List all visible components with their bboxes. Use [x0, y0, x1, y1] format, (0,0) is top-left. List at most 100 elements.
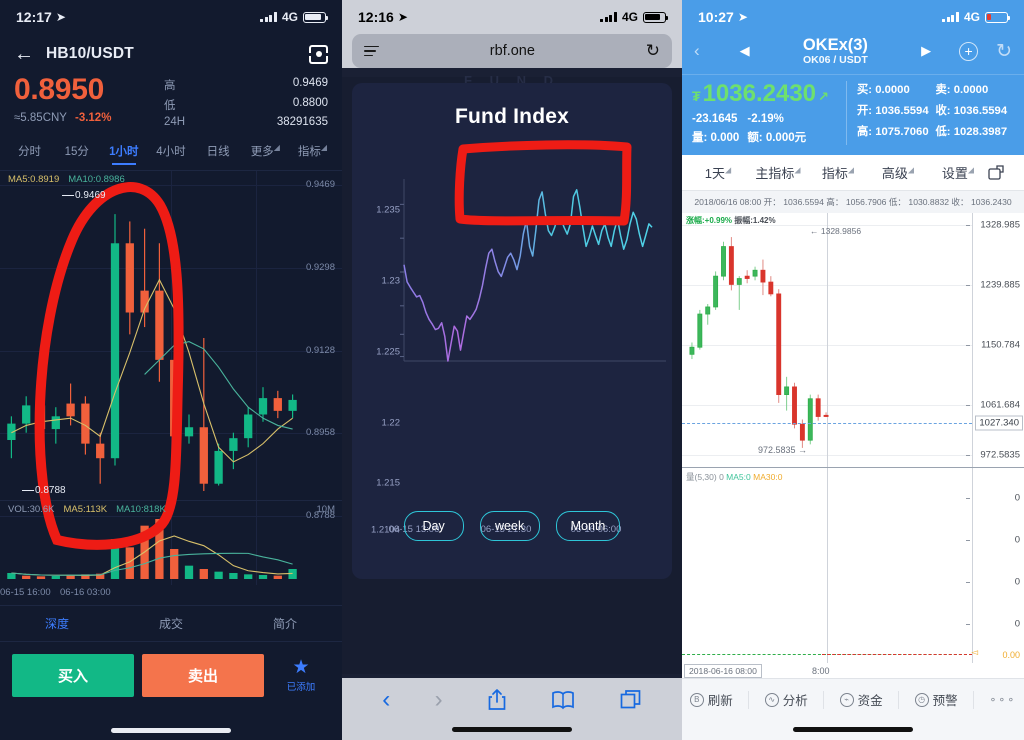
refresh-button[interactable]: B 刷新: [689, 690, 733, 709]
tab-settings[interactable]: 设置◢: [928, 163, 988, 182]
screenshot-icon[interactable]: [988, 164, 1018, 180]
range-button-group: Day week Month: [352, 511, 672, 541]
tab-15m[interactable]: 15分: [53, 138, 100, 166]
tab-4h[interactable]: 4小时: [147, 138, 194, 166]
stat-row-24h: 24H 38291635: [164, 116, 328, 128]
panel3-bottom-bar: B 刷新 ∿ 分析 ⌁ 资金 ◷ 预警 ∘∘∘: [682, 678, 1024, 740]
bookmarks-icon[interactable]: [551, 690, 575, 710]
tab-more[interactable]: 更多◢: [242, 138, 289, 166]
reload-icon[interactable]: ↻: [646, 41, 660, 61]
tab-fenshi[interactable]: 分时: [6, 138, 53, 166]
panel3-price-chart[interactable]: 涨幅:+0.99% 振幅:1.42% 1328.985 1239.885 115…: [682, 212, 1024, 468]
tab-label: 高级: [881, 165, 908, 181]
range-day-button[interactable]: Day: [403, 511, 464, 541]
line-series-svg: [400, 179, 666, 362]
x-tick: 8:00: [812, 665, 830, 676]
alarm-button[interactable]: ◷ 预警: [914, 690, 958, 709]
change-value: -23.1645: [692, 112, 738, 125]
open-close-row: 开: 1036.5594 收: 1036.5594: [857, 102, 1014, 118]
stat-label: 低: [164, 99, 176, 112]
refresh-circle-icon: B: [689, 692, 704, 707]
more-dots-icon[interactable]: ∘∘∘: [990, 693, 1017, 706]
prev-triangle-icon[interactable]: ◀: [734, 43, 756, 59]
url-bar[interactable]: rbf.one ↻: [352, 34, 672, 68]
tab-intro[interactable]: 简介: [228, 606, 342, 641]
panel3-volume-chart[interactable]: 量(5,30) 0 MA5:0 MA30:0 0 0 0 0 0.00 ◅: [682, 467, 1024, 663]
y-label: 1150.784: [981, 339, 1020, 351]
vol-label: 量(5,30) 0: [686, 471, 724, 482]
tab-indicators[interactable]: 指标◢: [289, 138, 336, 166]
plus-circle-icon[interactable]: +: [959, 41, 979, 61]
panel1-volume-chart[interactable]: VOL:30.6K MA5:113K MA10:818K 10M: [0, 500, 342, 585]
panel-safari-rbf: 12:16 ➤ 4G rbf.one ↻ F U N D Fund Index: [342, 0, 682, 740]
buy-button[interactable]: 买入: [12, 654, 134, 697]
alarm-icon: ◷: [914, 692, 929, 707]
panel1-quote-block: 0.8950 ≈5.85CNY -3.12% 高 0.9469 低 0.8800…: [0, 70, 342, 136]
candlestick-svg: [689, 236, 829, 448]
tab-label: 1天: [704, 165, 726, 181]
url-text[interactable]: rbf.one: [379, 43, 646, 59]
fund-index-chart: 1.235 1.23 1.225 1.22 1.215 1.2104 06-15…: [352, 165, 672, 539]
x-cursor-box: 2018-06-16 08:00: [684, 663, 762, 678]
stat-row-high: 高 0.9469: [164, 77, 328, 93]
tab-advanced[interactable]: 高级◢: [868, 163, 928, 182]
tab-indicator[interactable]: 指标◢: [808, 163, 868, 182]
vol-ma5: MA5:0: [726, 471, 751, 482]
title-underline: [489, 143, 535, 146]
home-indicator: [793, 727, 913, 732]
refresh-icon[interactable]: ↻: [996, 40, 1012, 63]
tabs-icon[interactable]: [620, 689, 642, 711]
back-arrow-icon[interactable]: ←: [14, 44, 34, 64]
tab-main-indicator[interactable]: 主指标◢: [748, 163, 808, 182]
favorite-label: 已添加: [286, 681, 316, 693]
caret-icon: ◢: [847, 165, 855, 175]
y-axis-label: 0.8958: [305, 427, 335, 438]
favorite-button[interactable]: ★ 已添加: [272, 657, 330, 693]
y-axis-label: 0.9469: [305, 179, 335, 190]
range-week-button[interactable]: week: [479, 511, 540, 541]
panel3-status-bar: 10:27 ➤ 4G: [682, 0, 1024, 34]
tab-daily[interactable]: 日线: [195, 138, 242, 166]
sell-button[interactable]: 卖出: [142, 654, 264, 697]
tab-label: 4小时: [156, 146, 186, 158]
low-value: 低: 1028.3987: [935, 126, 1008, 139]
vol-cursor-icon: ◅: [971, 646, 978, 657]
ohlc-info-bar: 2018/06/16 08:00 开： 1036.5594 高： 1056.79…: [682, 190, 1024, 213]
ma-legend: MA5:0.8919 MA10:0.8986: [8, 174, 125, 185]
fullscreen-icon[interactable]: [309, 44, 328, 64]
next-triangle-icon[interactable]: ▶: [915, 43, 937, 59]
last-price: 0.8950: [14, 73, 104, 106]
change-percent: -3.12%: [74, 111, 112, 124]
high-value: 高: 1075.7060: [857, 126, 929, 139]
analysis-button[interactable]: ∿ 分析: [764, 690, 808, 709]
share-icon[interactable]: [487, 688, 507, 712]
tab-trades[interactable]: 成交: [114, 606, 228, 641]
tab-label: 更多: [250, 146, 274, 158]
panel1-action-bar: 买入 卖出 ★ 已添加: [0, 642, 342, 697]
button-label: 刷新: [707, 694, 733, 708]
tab-depth[interactable]: 深度: [0, 606, 114, 641]
symbol-title-block: OKEx(3) OK06 / USDT: [760, 36, 911, 66]
high-price-marker: 0.9469: [62, 190, 106, 201]
network-label: 4G: [621, 10, 638, 24]
tab-period[interactable]: 1天◢: [688, 163, 748, 182]
volume-label: 量: 0.000: [692, 131, 740, 144]
y-label: 1061.684: [980, 399, 1020, 411]
tab-1h[interactable]: 1小时: [100, 138, 147, 166]
location-arrow-icon: ➤: [737, 10, 748, 24]
hamburger-icon[interactable]: [364, 45, 379, 57]
caret-icon: ◢: [967, 165, 975, 175]
caret-icon: ◢: [725, 165, 732, 175]
close-value: 收: 1036.5594: [935, 105, 1008, 118]
range-month-button[interactable]: Month: [555, 511, 621, 541]
vol-y-label: 0: [1014, 576, 1020, 588]
back-chevron-icon[interactable]: ‹: [694, 41, 700, 61]
location-arrow-icon: ➤: [397, 10, 408, 24]
back-chevron-icon[interactable]: ‹: [382, 686, 390, 714]
funds-button[interactable]: ⌁ 资金: [839, 690, 883, 709]
y-label: 1239.885: [980, 279, 1020, 291]
signal-bars-icon: [942, 12, 959, 22]
vol-value: VOL:30.6K: [8, 504, 55, 515]
panel1-price-chart[interactable]: MA5:0.8919 MA10:0.8986 0.9469 0.9298 0.9…: [0, 170, 342, 521]
analysis-icon: ∿: [764, 692, 779, 707]
